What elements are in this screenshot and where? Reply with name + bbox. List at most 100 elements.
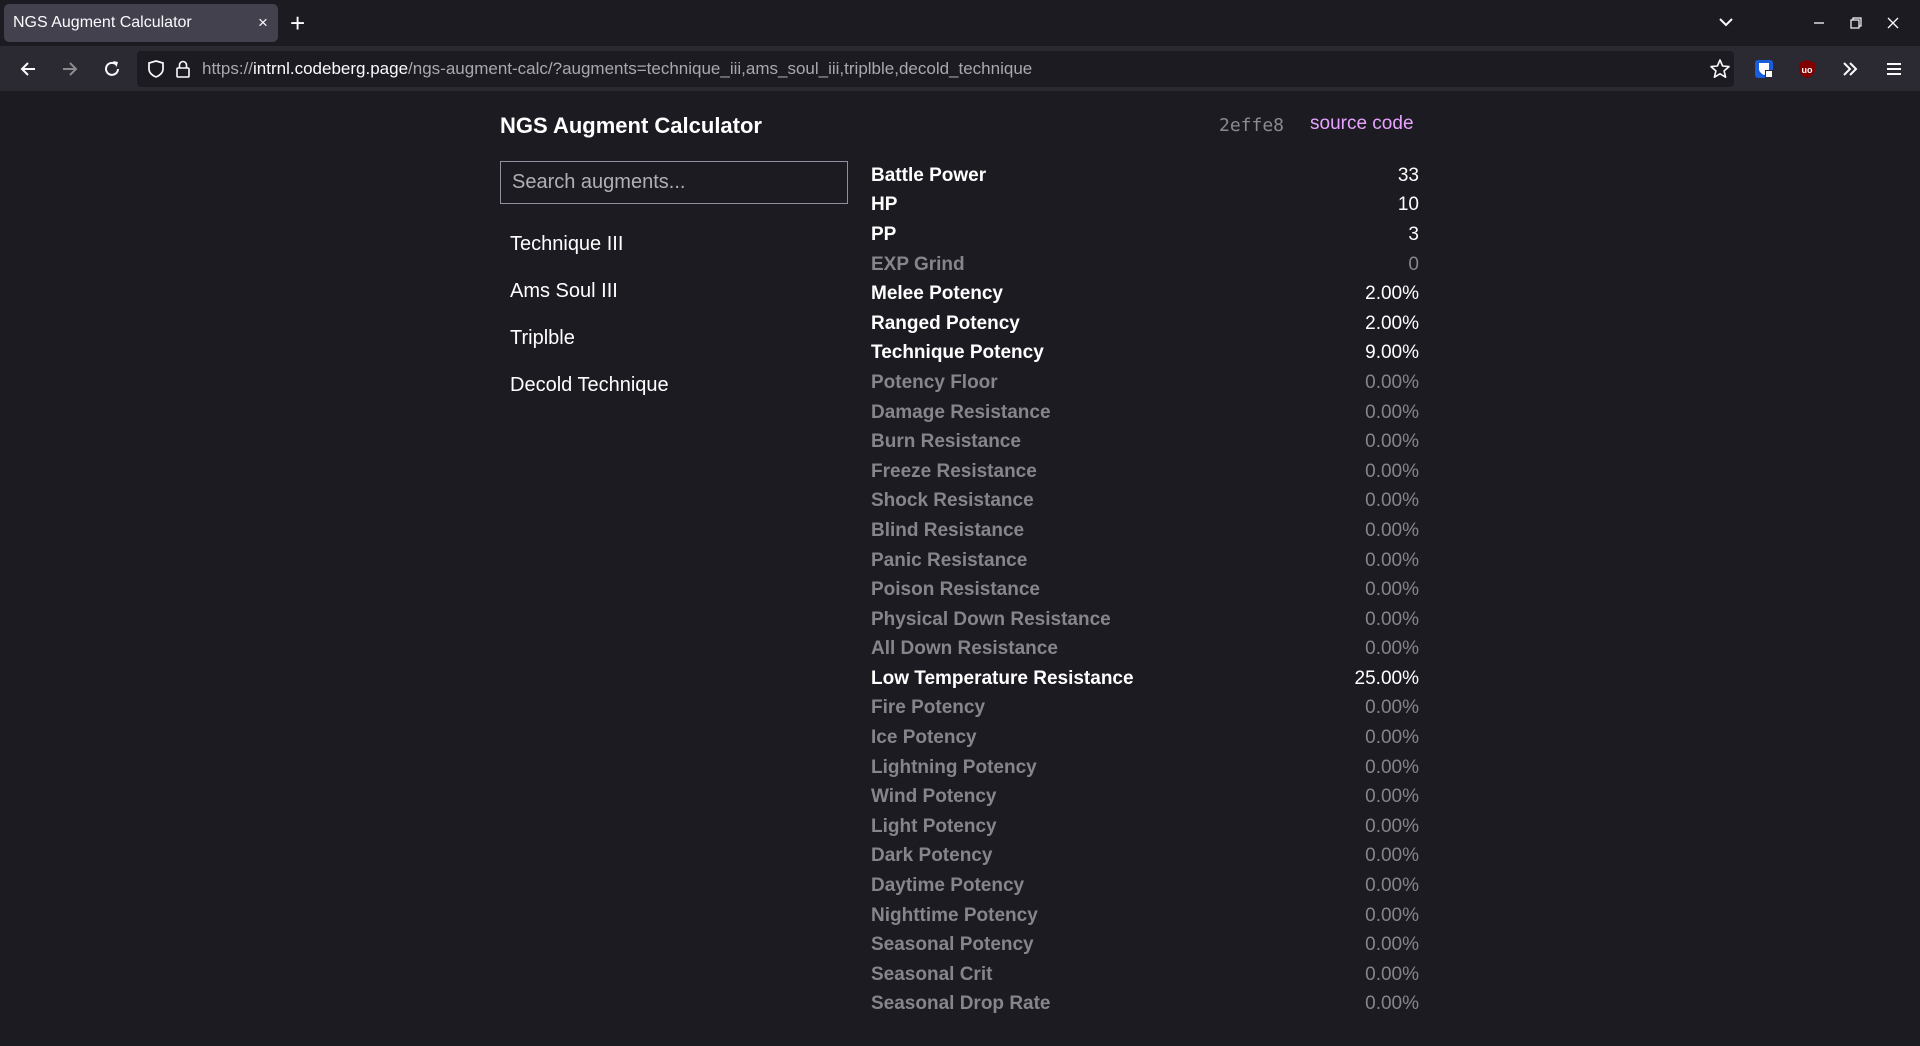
stat-value: 0.00% [1365, 934, 1419, 956]
stat-row: Damage Resistance 0.00% [871, 398, 1419, 428]
new-tab-icon[interactable]: + [290, 10, 305, 36]
browser-tab[interactable]: NGS Augment Calculator × [4, 4, 278, 42]
stat-value: 0.00% [1365, 608, 1419, 630]
stat-name: Poison Resistance [871, 579, 1040, 601]
page-title: NGS Augment Calculator [500, 113, 762, 138]
stat-name: Physical Down Resistance [871, 608, 1111, 630]
stat-row: Shock Resistance 0.00% [871, 487, 1419, 517]
stat-value: 0.00% [1365, 756, 1419, 778]
stat-value: 0 [1408, 253, 1419, 275]
stat-name: Burn Resistance [871, 431, 1021, 453]
forward-icon[interactable] [56, 55, 84, 83]
stat-value: 3 [1408, 223, 1419, 245]
tracking-protection-shield-icon[interactable] [147, 59, 165, 79]
stat-value: 9.00% [1365, 342, 1419, 364]
stat-row: Ice Potency 0.00% [871, 723, 1419, 753]
stat-value: 0.00% [1365, 904, 1419, 926]
stat-value: 0.00% [1365, 697, 1419, 719]
stat-row: HP 10 [871, 191, 1419, 221]
stat-row: Panic Resistance 0.00% [871, 546, 1419, 576]
stat-value: 0.00% [1365, 519, 1419, 541]
lock-icon[interactable] [175, 59, 191, 79]
source-code-link[interactable]: source code [1310, 113, 1414, 135]
stat-row: Lightning Potency 0.00% [871, 753, 1419, 783]
stats-table: Battle Power 33 HP 10 PP 3 EXP Grind 0 Melee Pot… [871, 161, 1419, 1019]
stat-row: All Down Resistance 0.00% [871, 635, 1419, 665]
list-all-tabs-icon[interactable] [1716, 12, 1736, 32]
stat-name: All Down Resistance [871, 638, 1058, 660]
search-input[interactable] [500, 161, 848, 204]
stat-name: Seasonal Potency [871, 934, 1034, 956]
stat-name: Seasonal Crit [871, 963, 993, 985]
stat-name: Technique Potency [871, 342, 1044, 364]
stat-name: Battle Power [871, 164, 987, 186]
bookmark-star-icon[interactable] [1706, 55, 1734, 83]
stat-row: Wind Potency 0.00% [871, 782, 1419, 812]
hamburger-menu-icon[interactable] [1880, 55, 1908, 83]
stat-name: Damage Resistance [871, 401, 1051, 423]
window-controls [1800, 0, 1911, 46]
stat-name: PP [871, 223, 897, 245]
stat-value: 0.00% [1365, 963, 1419, 985]
stat-value: 0.00% [1365, 993, 1419, 1015]
svg-text:uo: uo [1802, 65, 1813, 75]
stat-row: Light Potency 0.00% [871, 812, 1419, 842]
restore-icon[interactable] [1837, 0, 1874, 46]
stat-value: 0.00% [1365, 786, 1419, 808]
stat-value: 0.00% [1365, 727, 1419, 749]
stat-value: 0.00% [1365, 460, 1419, 482]
stat-row: Battle Power 33 [871, 161, 1419, 191]
commit-hash: 2effe8 [1219, 115, 1285, 136]
tab-close-icon[interactable]: × [248, 13, 278, 33]
more-tools-chevrons-icon[interactable] [1836, 55, 1864, 83]
stat-name: Ranged Potency [871, 312, 1020, 334]
stat-row: Seasonal Crit 0.00% [871, 960, 1419, 990]
stat-value: 25.00% [1354, 667, 1419, 689]
stat-name: EXP Grind [871, 253, 965, 275]
back-icon[interactable] [14, 55, 42, 83]
minimize-icon[interactable] [1800, 0, 1837, 46]
stat-row: EXP Grind 0 [871, 250, 1419, 280]
ublock-origin-extension-icon[interactable]: uo [1793, 55, 1821, 83]
stat-value: 0.00% [1365, 815, 1419, 837]
tab-title: NGS Augment Calculator [13, 14, 192, 31]
stat-row: PP 3 [871, 220, 1419, 250]
stat-name: Nighttime Potency [871, 904, 1038, 926]
augment-item[interactable]: Triplble [500, 315, 850, 362]
augment-item[interactable]: Ams Soul III [500, 268, 850, 315]
page-content: NGS Augment Calculator 2effe8 source cod… [0, 91, 1920, 1046]
stat-value: 0.00% [1365, 579, 1419, 601]
stat-name: Seasonal Drop Rate [871, 993, 1051, 1015]
stat-name: Blind Resistance [871, 519, 1025, 541]
url-text[interactable]: https://intrnl.codeberg.page/ngs-augment… [202, 51, 1032, 87]
close-window-icon[interactable] [1874, 0, 1911, 46]
tab-bar: NGS Augment Calculator × + [0, 0, 1920, 46]
stat-row: Fire Potency 0.00% [871, 694, 1419, 724]
stat-name: Freeze Resistance [871, 460, 1037, 482]
stat-name: Ice Potency [871, 727, 977, 749]
stat-row: Technique Potency 9.00% [871, 339, 1419, 369]
stat-name: Potency Floor [871, 371, 998, 393]
stat-row: Daytime Potency 0.00% [871, 871, 1419, 901]
url-bar[interactable]: https://intrnl.codeberg.page/ngs-augment… [137, 51, 1734, 87]
augment-list: Technique III Ams Soul III Triplble Decold … [500, 221, 850, 409]
stat-row: Physical Down Resistance 0.00% [871, 605, 1419, 635]
url-scheme: https:// [202, 59, 254, 78]
stat-row: Seasonal Potency 0.00% [871, 930, 1419, 960]
augment-item[interactable]: Technique III [500, 221, 850, 268]
stat-value: 0.00% [1365, 875, 1419, 897]
stat-value: 33 [1397, 164, 1419, 186]
stat-name: Panic Resistance [871, 549, 1028, 571]
stat-row: Ranged Potency 2.00% [871, 309, 1419, 339]
stat-value: 0.00% [1365, 431, 1419, 453]
stat-row: Low Temperature Resistance 25.00% [871, 664, 1419, 694]
stat-row: Nighttime Potency 0.00% [871, 901, 1419, 931]
stat-row: Potency Floor 0.00% [871, 368, 1419, 398]
stat-name: Daytime Potency [871, 875, 1025, 897]
reload-icon[interactable] [98, 55, 126, 83]
stat-name: Lightning Potency [871, 756, 1037, 778]
augment-item[interactable]: Decold Technique [500, 362, 850, 409]
stat-value: 0.00% [1365, 371, 1419, 393]
stat-row: Poison Resistance 0.00% [871, 575, 1419, 605]
bitwarden-extension-icon[interactable] [1750, 55, 1778, 83]
